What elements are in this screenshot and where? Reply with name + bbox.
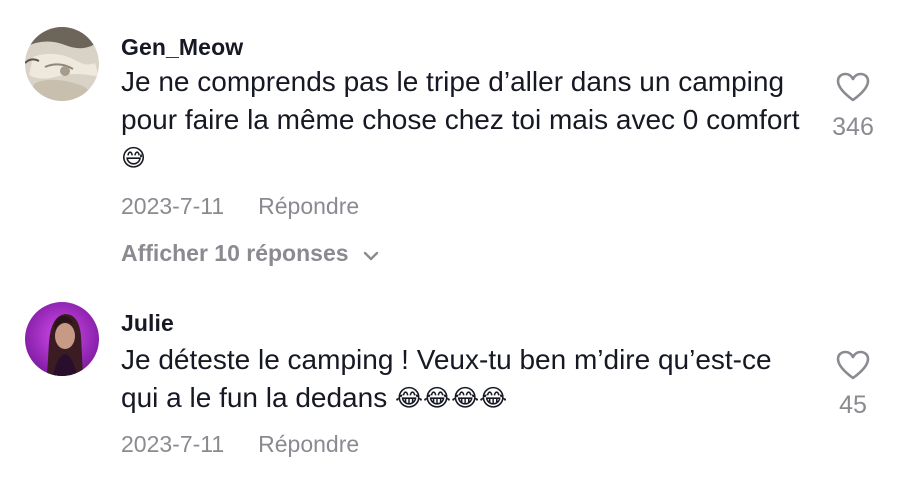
comment-text-body: Je ne comprends pas le tripe d’aller dan… [121, 66, 800, 135]
comment-date: 2023-7-11 [121, 431, 225, 457]
comment-username[interactable]: Julie [121, 310, 174, 337]
like-count: 346 [832, 113, 874, 141]
comment-emoji: 😂😂😂😂 [395, 385, 508, 412]
heart-outline-icon[interactable] [818, 350, 888, 385]
avatar[interactable] [25, 27, 99, 101]
reply-button[interactable]: Répondre [258, 431, 359, 457]
like-control: 45 [818, 350, 888, 420]
comment-emoji: 😅 [121, 145, 147, 172]
avatar-image [25, 302, 99, 376]
chevron-down-icon [363, 240, 379, 267]
like-count: 45 [839, 391, 867, 419]
view-replies-label: Afficher 10 réponses [121, 240, 349, 266]
comment-text: Je déteste le camping ! Veux-tu ben m’di… [121, 341, 801, 418]
comment-username[interactable]: Gen_Meow [121, 34, 243, 61]
comment-meta: 2023-7-11 Répondre [121, 193, 359, 220]
view-replies-button[interactable]: Afficher 10 réponses [121, 240, 379, 267]
comment-item: Gen_Meow Je ne comprends pas le tripe d’… [0, 0, 900, 290]
comment-text: Je ne comprends pas le tripe d’aller dan… [121, 63, 801, 178]
comment-meta: 2023-7-11 Répondre [121, 431, 359, 458]
avatar-image [25, 27, 99, 101]
comment-item: Julie Je déteste le camping ! Veux-tu be… [0, 290, 900, 482]
heart-outline-icon[interactable] [818, 72, 888, 107]
like-control: 346 [818, 72, 888, 142]
avatar[interactable] [25, 302, 99, 376]
comment-date: 2023-7-11 [121, 193, 225, 219]
reply-button[interactable]: Répondre [258, 193, 359, 219]
